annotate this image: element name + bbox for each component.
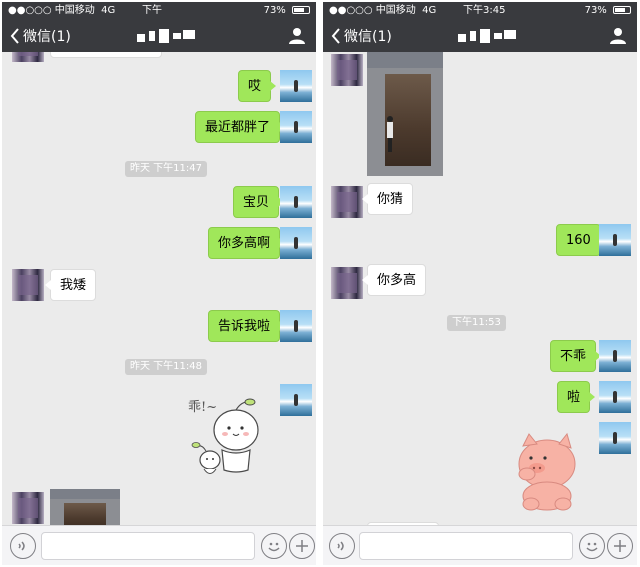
- timestamp: 下午11:53: [447, 315, 506, 331]
- voice-button[interactable]: [329, 533, 355, 559]
- back-button[interactable]: 微信(1): [10, 24, 71, 48]
- message-bubble-mine[interactable]: 啦: [557, 381, 596, 413]
- my-avatar[interactable]: [599, 381, 631, 413]
- status-bar: ●●○○○ 中国移动 4G 下午3:45 73%: [323, 2, 637, 20]
- contact-avatar[interactable]: [331, 54, 363, 86]
- carrier-label: ●●○○○ 中国移动: [329, 5, 416, 16]
- message-bubble-mine[interactable]: 不乖: [550, 340, 602, 372]
- emoji-button[interactable]: [579, 533, 605, 559]
- person-icon: [289, 28, 305, 44]
- message-bubble-mine[interactable]: 你多高啊: [208, 227, 286, 259]
- emoji-icon: [586, 542, 598, 552]
- contact-avatar[interactable]: [331, 186, 363, 218]
- title-bar: 微信(1): [323, 20, 637, 52]
- message-bubble-partial[interactable]: [50, 52, 162, 58]
- header: ●●○○○ 中国移动 4G 下午3:45 73% 微信(1): [323, 2, 637, 52]
- network-label: 4G: [101, 5, 116, 16]
- message-list[interactable]: 哎 最近都胖了 昨天 下午11:47 宝贝 你多高啊 我矮 告诉我啦 昨天 下午…: [2, 52, 316, 525]
- input-toolbar: [2, 525, 316, 565]
- message-bubble-mine[interactable]: 宝贝: [233, 186, 285, 218]
- input-toolbar: [323, 525, 637, 565]
- contact-name-redacted: [137, 29, 197, 43]
- contact-info-button[interactable]: [609, 27, 627, 45]
- contact-avatar[interactable]: [12, 52, 44, 62]
- message-bubble-theirs[interactable]: 你猜: [361, 183, 414, 215]
- voice-icon: [337, 541, 344, 551]
- status-bar: ●●○○○ 中国移动 4G 下午 73%: [2, 2, 316, 20]
- message-bubble-theirs[interactable]: 我矮: [44, 269, 97, 301]
- message-bubble-theirs[interactable]: 你多高: [361, 264, 427, 296]
- chevron-left-icon: [10, 28, 19, 44]
- my-avatar[interactable]: [280, 111, 312, 143]
- contact-name-redacted: [458, 29, 518, 43]
- message-list[interactable]: 你猜 160 你多高 下午11:53 不乖 啦: [323, 52, 637, 525]
- header: ●●○○○ 中国移动 4G 下午 73% 微信(1): [2, 2, 316, 52]
- title-bar: 微信(1): [2, 20, 316, 52]
- timestamp: 昨天 下午11:48: [125, 359, 207, 375]
- carrier-label: ●●○○○ 中国移动: [8, 5, 95, 16]
- person-icon: [610, 28, 626, 44]
- battery-fill: [294, 8, 304, 12]
- sticker-message[interactable]: [507, 430, 583, 514]
- message-bubble-mine[interactable]: 最近都胖了: [195, 111, 286, 143]
- sticker-message[interactable]: 乖!~: [186, 384, 272, 484]
- my-avatar[interactable]: [599, 340, 631, 372]
- sticker-caption: 乖!~: [188, 400, 218, 415]
- battery-label: 73%: [263, 5, 286, 16]
- back-button[interactable]: 微信(1): [331, 24, 392, 48]
- battery-icon: [292, 6, 310, 14]
- photo-message[interactable]: [367, 52, 443, 176]
- message-input[interactable]: [359, 532, 573, 560]
- contact-avatar[interactable]: [331, 267, 363, 299]
- my-avatar[interactable]: [280, 310, 312, 342]
- plus-icon: [614, 540, 626, 552]
- clock-label: 下午3:45: [463, 5, 506, 16]
- timestamp: 昨天 下午11:47: [125, 161, 207, 177]
- sticker-pig-icon: [518, 432, 576, 511]
- contact-avatar[interactable]: [12, 269, 44, 301]
- emoji-button[interactable]: [261, 533, 287, 559]
- voice-icon: [18, 541, 25, 551]
- voice-button[interactable]: [10, 533, 36, 559]
- chat-screen-right: ●●○○○ 中国移动 4G 下午3:45 73% 微信(1) 你猜 160 你多…: [323, 2, 637, 565]
- message-bubble-mine[interactable]: 哎: [238, 70, 277, 102]
- plus-icon: [296, 540, 308, 552]
- contact-info-button[interactable]: [288, 27, 306, 45]
- my-avatar[interactable]: [599, 224, 631, 256]
- message-input[interactable]: [41, 532, 255, 560]
- contact-avatar[interactable]: [12, 492, 44, 524]
- chevron-left-icon: [331, 28, 340, 44]
- battery-label: 73%: [584, 5, 607, 16]
- network-label: 4G: [422, 5, 437, 16]
- photo-message-partial[interactable]: [50, 489, 120, 525]
- more-button[interactable]: [289, 533, 315, 559]
- back-label: 微信(1): [23, 29, 71, 45]
- my-avatar[interactable]: [280, 186, 312, 218]
- chat-screen-left: ●●○○○ 中国移动 4G 下午 73% 微信(1) 哎 最近都胖了 昨天 下午…: [2, 2, 316, 565]
- battery-fill: [615, 8, 625, 12]
- more-button[interactable]: [607, 533, 633, 559]
- my-avatar[interactable]: [280, 70, 312, 102]
- emoji-icon: [268, 542, 280, 552]
- message-bubble-mine[interactable]: 告诉我啦: [208, 310, 286, 342]
- back-label: 微信(1): [344, 29, 392, 45]
- my-avatar[interactable]: [599, 422, 631, 454]
- my-avatar[interactable]: [280, 384, 312, 416]
- battery-icon: [613, 6, 631, 14]
- clock-label: 下午: [142, 5, 162, 16]
- message-bubble-mine[interactable]: 160: [556, 224, 606, 256]
- my-avatar[interactable]: [280, 227, 312, 259]
